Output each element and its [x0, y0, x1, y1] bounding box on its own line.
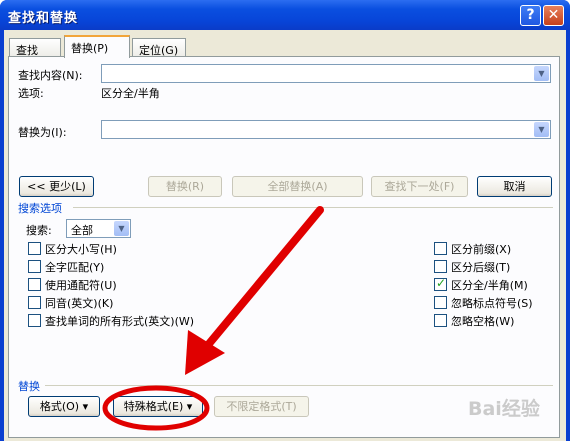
- find-what-combo[interactable]: ▼: [101, 64, 551, 83]
- no-formatting-button[interactable]: 不限定格式(T): [214, 396, 309, 417]
- ignore-punctuation-checkbox[interactable]: [434, 296, 447, 309]
- chevron-down-icon[interactable]: ▼: [534, 122, 549, 137]
- tab-replace[interactable]: 替换(P): [64, 35, 130, 58]
- tab-goto[interactable]: 定位(G): [132, 38, 186, 58]
- sounds-like-label: 同音(英文)(K): [45, 297, 114, 310]
- replace-with-combo[interactable]: ▼: [101, 120, 551, 139]
- options-value: 区分全/半角: [101, 87, 160, 100]
- ignore-space-label: 忽略空格(W): [451, 315, 515, 328]
- replace-section-title: 替换: [18, 380, 40, 393]
- whole-word-label: 全字匹配(Y): [45, 261, 105, 274]
- match-case-label: 区分大小写(H): [45, 243, 117, 256]
- help-button[interactable]: ?: [520, 5, 541, 26]
- special-format-button[interactable]: 特殊格式(E) ▾: [113, 396, 203, 417]
- ignore-space-checkbox[interactable]: [434, 314, 447, 327]
- format-button[interactable]: 格式(O) ▾: [28, 396, 100, 417]
- match-width-checkbox[interactable]: ✓: [434, 276, 447, 291]
- search-direction-value: 全部: [71, 224, 93, 237]
- match-suffix-checkbox[interactable]: [434, 260, 447, 273]
- wildcards-label: 使用通配符(U): [45, 279, 117, 292]
- tab-find[interactable]: 查找(D): [9, 38, 61, 71]
- close-button[interactable]: ✕: [543, 5, 564, 26]
- chevron-down-icon[interactable]: ▼: [114, 221, 129, 236]
- replace-section-divider: [45, 385, 553, 386]
- less-button[interactable]: << 更少(L): [19, 176, 94, 197]
- match-width-label: 区分全/半角(M): [451, 279, 528, 292]
- replace-with-label: 替换为(I):: [18, 126, 67, 139]
- dialog-body: 查找(D) 替换(P) 定位(G) 查找内容(N): ▼ 选项: 区分全/半角 …: [4, 30, 566, 441]
- replace-all-button[interactable]: 全部替换(A): [232, 176, 363, 197]
- replace-button[interactable]: 替换(R): [148, 176, 222, 197]
- wildcards-checkbox[interactable]: [28, 278, 41, 291]
- find-next-button[interactable]: 查找下一处(F): [371, 176, 468, 197]
- all-word-forms-checkbox[interactable]: [28, 314, 41, 327]
- search-direction-select[interactable]: 全部 ▼: [66, 219, 131, 238]
- find-what-label: 查找内容(N):: [18, 69, 83, 82]
- dialog-title: 查找和替换: [8, 11, 79, 26]
- sounds-like-checkbox[interactable]: [28, 296, 41, 309]
- match-case-checkbox[interactable]: [28, 242, 41, 255]
- ignore-punctuation-label: 忽略标点符号(S): [451, 297, 533, 310]
- replace-tab-panel: 查找内容(N): ▼ 选项: 区分全/半角 替换为(I): ▼ << 更少(L)…: [8, 56, 560, 438]
- match-prefix-label: 区分前缀(X): [451, 243, 512, 256]
- match-suffix-label: 区分后缀(T): [451, 261, 511, 274]
- all-word-forms-label: 查找单词的所有形式(英文)(W): [45, 315, 195, 328]
- search-options-title: 搜索选项: [18, 202, 62, 215]
- search-direction-label: 搜索:: [26, 224, 52, 237]
- check-mark-icon: ✓: [436, 276, 447, 290]
- options-label: 选项:: [18, 87, 44, 100]
- whole-word-checkbox[interactable]: [28, 260, 41, 273]
- title-bar[interactable]: 查找和替换 ? ✕: [0, 0, 570, 30]
- cancel-button[interactable]: 取消: [477, 176, 552, 197]
- search-options-divider: [73, 207, 553, 208]
- chevron-down-icon[interactable]: ▼: [534, 66, 549, 81]
- baidu-watermark: Bai经验: [468, 398, 540, 420]
- match-prefix-checkbox[interactable]: [434, 242, 447, 255]
- find-replace-dialog: 查找和替换 ? ✕ 查找(D) 替换(P) 定位(G) 查找内容(N): ▼ 选…: [0, 0, 570, 441]
